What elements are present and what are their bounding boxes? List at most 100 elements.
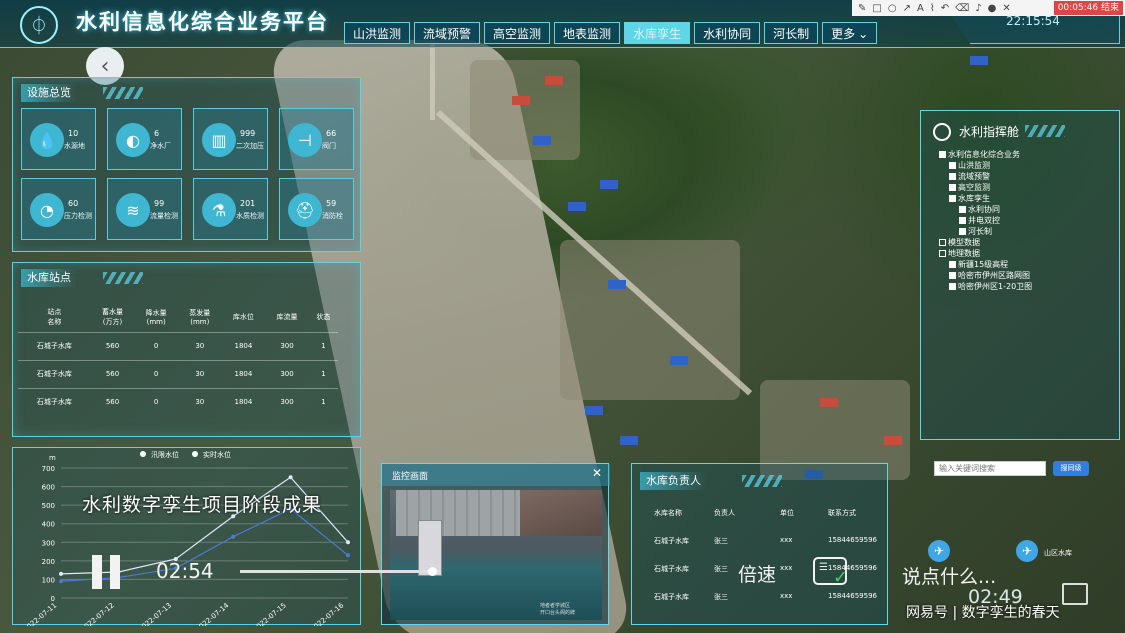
facility-card[interactable]: ◐ 6 净水厂 <box>107 108 182 170</box>
tree-node-label: 水利协同 <box>968 205 1000 214</box>
y-tick-label: 200 <box>42 558 55 566</box>
facility-count: 60 <box>68 199 79 208</box>
pause-button[interactable] <box>92 555 126 589</box>
tab-label: 地表监测 <box>563 27 612 41</box>
rectangle-icon[interactable]: □ <box>872 3 881 14</box>
tree-node[interactable]: 河长制 <box>959 226 992 237</box>
tree-node[interactable]: 水利信息化综合业务 <box>939 149 1020 160</box>
tree-node[interactable]: 水利协同 <box>959 204 1000 215</box>
checkbox[interactable] <box>949 184 956 191</box>
facility-card[interactable]: 💧 10 水源地 <box>21 108 96 170</box>
tab-0[interactable]: 山洪监测 <box>344 22 411 44</box>
tree-search-input[interactable]: 输入关键词搜索 <box>934 461 1046 476</box>
highlighter-icon[interactable]: ⌇ <box>930 3 935 14</box>
column-header: 降水量 (mm) <box>145 308 167 326</box>
fullscreen-icon[interactable] <box>1062 583 1088 605</box>
progress-bar[interactable] <box>240 567 440 576</box>
checkbox[interactable] <box>949 195 956 202</box>
table-row[interactable]: 石城子水库 560 0 30 1804 300 1 <box>18 331 338 360</box>
checkbox[interactable] <box>949 173 956 180</box>
airplane-marker-icon[interactable]: ✈ <box>928 540 950 562</box>
monitor-title: 监控画面 <box>392 472 429 482</box>
legend-marker <box>192 451 198 457</box>
checkbox[interactable] <box>939 239 946 246</box>
village-area <box>470 60 580 160</box>
building <box>600 180 618 189</box>
tab-5[interactable]: 水利协同 <box>694 22 761 44</box>
undo-icon[interactable]: ↶ <box>941 3 949 14</box>
speed-button[interactable]: 倍速 <box>738 560 776 587</box>
tab-4[interactable]: 水库孪生 <box>624 22 691 44</box>
monitor-video[interactable]: 地者者学城区 开口台头阁的牌 <box>390 490 602 620</box>
tab-6[interactable]: 河长制 <box>764 22 819 44</box>
checkbox[interactable] <box>949 283 956 290</box>
tab-1[interactable]: 流域预警 <box>414 22 481 44</box>
water-drop-icon: 💧 <box>30 123 64 157</box>
table-cell: 300 <box>265 359 309 388</box>
checkbox[interactable] <box>949 261 956 268</box>
tree-node[interactable]: 流域预警 <box>949 171 990 182</box>
record-end-button[interactable]: 00:05:46 结束 <box>1053 1 1123 15</box>
tab-3[interactable]: 地表监测 <box>554 22 621 44</box>
dam-wall <box>396 490 520 536</box>
delete-icon[interactable]: ⌫ <box>955 3 969 14</box>
pen-icon[interactable]: ✎ <box>858 3 866 14</box>
tree-node[interactable]: 山洪监测 <box>949 160 990 171</box>
y-tick-label: 300 <box>42 539 55 547</box>
tree-node[interactable]: 哈密伊州区1-20卫图 <box>949 281 1032 292</box>
checkbox[interactable] <box>959 228 966 235</box>
table-row[interactable]: 石城子水库 560 0 30 1804 300 1 <box>18 359 338 388</box>
table-cell: 石城子水库 <box>654 537 689 545</box>
gauge-icon: ◔ <box>30 193 64 227</box>
panel-title: 水利指挥舱 <box>959 125 1020 139</box>
monitor-close-icon[interactable]: ✕ <box>592 466 602 480</box>
command-cockpit-panel: 水利指挥舱 水利信息化综合业务 山洪监测 流域预警 高空监测 水库孪生 水利协同井电双控河… <box>920 110 1120 440</box>
checkbox[interactable] <box>939 151 946 158</box>
x-tick-label: 2022-07-11 <box>22 601 58 626</box>
facility-card[interactable]: ▥ 999 二次加压 <box>193 108 268 170</box>
volume-icon[interactable]: ♪ <box>975 3 981 14</box>
tree-node[interactable]: 井电双控 <box>959 215 1000 226</box>
tree-node[interactable]: 高空监测 <box>949 182 990 193</box>
tree-node[interactable]: 模型数据 <box>939 237 980 248</box>
checkbox[interactable] <box>959 206 966 213</box>
progress-knob[interactable] <box>428 567 437 576</box>
mic-icon[interactable]: ● <box>988 3 997 14</box>
facility-card[interactable]: ⊣ 66 阀门 <box>279 108 354 170</box>
current-time: 02:54 <box>156 559 214 583</box>
circle-icon[interactable]: ○ <box>888 3 897 14</box>
clock-time: 22:15:54 <box>1006 14 1060 28</box>
tree-node-label: 高空监测 <box>958 183 990 192</box>
tree-node[interactable]: 水库孪生 <box>949 193 990 204</box>
tab-7[interactable]: 更多 ⌄ <box>822 22 878 44</box>
facility-count: 99 <box>154 199 165 208</box>
table-row[interactable]: 石城子水库 560 0 30 1804 300 1 <box>18 387 338 416</box>
arrow-icon[interactable]: ↗ <box>903 3 911 14</box>
checkbox[interactable] <box>949 272 956 279</box>
water-level-chart-panel: m 0 100 200 300 400 500 600 700 2022-07-11 2022-07… <box>12 447 361 633</box>
building <box>608 280 626 289</box>
tree-node-label: 井电双控 <box>968 216 1000 225</box>
facility-card[interactable]: ◔ 60 压力检测 <box>21 178 96 240</box>
tree-search-button[interactable]: 搜同级 <box>1053 461 1089 476</box>
table-cell: 1 <box>308 387 338 416</box>
tree-node[interactable]: 地理数据 <box>939 248 980 259</box>
checkbox[interactable] <box>949 162 956 169</box>
airplane-marker-icon[interactable]: ✈ <box>1016 540 1038 562</box>
facility-card[interactable]: ⚗ 201 水质检测 <box>193 178 268 240</box>
x-tick-label: 2022-07-13 <box>137 601 173 626</box>
tree-node[interactable]: 新疆15级高程 <box>949 259 1008 270</box>
danmaku-toggle[interactable]: ☰ ✓ <box>813 557 848 588</box>
facility-name: 流量检测 <box>150 212 178 220</box>
facility-card[interactable]: ≋ 99 流量检测 <box>107 178 182 240</box>
checkbox[interactable] <box>959 217 966 224</box>
tree-node[interactable]: 哈密市伊州区路网图 <box>949 270 1030 281</box>
text-icon[interactable]: A <box>917 3 924 14</box>
checkbox[interactable] <box>939 250 946 257</box>
facility-card[interactable]: ⛑ 59 消防栓 <box>279 178 354 240</box>
y-tick-label: 100 <box>42 576 55 584</box>
danmaku-input[interactable]: 说点什么... <box>902 562 996 589</box>
close-icon[interactable]: ✕ <box>1002 3 1010 14</box>
table-cell: 张三 <box>714 537 728 545</box>
tab-2[interactable]: 高空监测 <box>484 22 551 44</box>
